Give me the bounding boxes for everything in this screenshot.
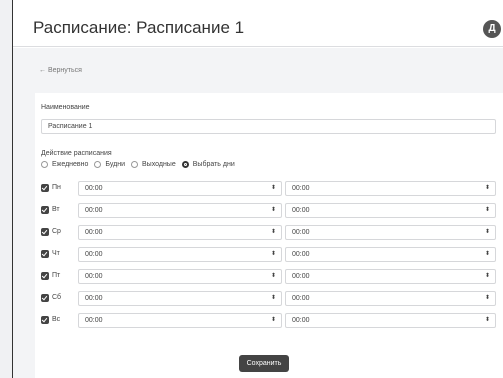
day-row-tue: Вт 00:00 ⬍ 00:00 ⬍ xyxy=(41,203,496,218)
back-link[interactable]: ← Вернуться xyxy=(39,67,82,74)
select-caret-icon: ⬍ xyxy=(270,317,276,323)
day-row-mon: Пн 00:00 ⬍ 00:00 ⬍ xyxy=(41,181,496,196)
day-checkbox-sun[interactable] xyxy=(41,316,49,324)
time-from-select-sat[interactable]: 00:00 ⬍ xyxy=(78,291,282,306)
name-field[interactable]: Расписание 1 xyxy=(41,119,496,134)
time-from-select-wed[interactable]: 00:00 ⬍ xyxy=(78,225,282,240)
select-caret-icon: ⬍ xyxy=(484,207,490,213)
app-window: Расписание: Расписание 1 Д ← Вернуться Н… xyxy=(12,0,503,378)
select-caret-icon: ⬍ xyxy=(270,295,276,301)
time-from-select-fri[interactable]: 00:00 ⬍ xyxy=(78,269,282,284)
radio-daily-label: Ежедневно xyxy=(52,161,89,168)
time-to-value-wed: 00:00 xyxy=(292,229,310,236)
radio-daily-dot xyxy=(41,161,48,168)
select-caret-icon: ⬍ xyxy=(484,185,490,191)
time-from-select-thu[interactable]: 00:00 ⬍ xyxy=(78,247,282,262)
radio-weekdays-label: Будни xyxy=(105,161,125,168)
time-to-value-tue: 00:00 xyxy=(292,207,310,214)
radio-select-days[interactable]: Выбрать дни xyxy=(181,161,235,168)
time-to-value-sat: 00:00 xyxy=(292,295,310,302)
day-row-fri: Пт 00:00 ⬍ 00:00 ⬍ xyxy=(41,269,496,284)
time-to-select-thu[interactable]: 00:00 ⬍ xyxy=(285,247,496,262)
time-to-value-sun: 00:00 xyxy=(292,317,310,324)
day-row-wed: Ср 00:00 ⬍ 00:00 ⬍ xyxy=(41,225,496,240)
day-checkbox-tue[interactable] xyxy=(41,206,49,214)
day-label-tue: Вт xyxy=(52,206,60,213)
action-label: Действие расписания xyxy=(41,150,112,157)
time-from-value-fri: 00:00 xyxy=(85,273,103,280)
radio-select-days-dot xyxy=(181,161,189,168)
time-from-select-sun[interactable]: 00:00 ⬍ xyxy=(78,313,282,328)
save-button[interactable]: Сохранить xyxy=(239,355,289,372)
time-from-value-sun: 00:00 xyxy=(85,317,103,324)
time-to-value-fri: 00:00 xyxy=(292,273,310,280)
select-caret-icon: ⬍ xyxy=(270,207,276,213)
time-from-value-tue: 00:00 xyxy=(85,207,103,214)
day-label-sun: Вс xyxy=(52,316,61,323)
select-caret-icon: ⬍ xyxy=(270,229,276,235)
name-label: Наименование xyxy=(41,104,90,111)
radio-weekends[interactable]: Выходные xyxy=(131,161,176,168)
schedule-form-card: Наименование Расписание 1 Действие распи… xyxy=(35,93,503,378)
day-row-sat: Сб 00:00 ⬍ 00:00 ⬍ xyxy=(41,291,496,306)
time-from-select-tue[interactable]: 00:00 ⬍ xyxy=(78,203,282,218)
select-caret-icon: ⬍ xyxy=(270,185,276,191)
radio-weekends-label: Выходные xyxy=(142,161,176,168)
select-caret-icon: ⬍ xyxy=(270,251,276,257)
select-caret-icon: ⬍ xyxy=(270,273,276,279)
time-to-select-sat[interactable]: 00:00 ⬍ xyxy=(285,291,496,306)
schedule-action-radio-group: Ежедневно Будни Выходные Выбрать дни xyxy=(41,160,241,169)
day-row-sun: Вс 00:00 ⬍ 00:00 ⬍ xyxy=(41,313,496,328)
day-checkbox-sat[interactable] xyxy=(41,294,49,302)
radio-weekends-dot xyxy=(131,161,138,168)
radio-weekdays-dot xyxy=(94,161,102,168)
time-from-value-wed: 00:00 xyxy=(85,229,103,236)
select-caret-icon: ⬍ xyxy=(484,229,490,235)
time-to-select-fri[interactable]: 00:00 ⬍ xyxy=(285,269,496,284)
day-label-mon: Пн xyxy=(52,184,61,191)
time-to-select-sun[interactable]: 00:00 ⬍ xyxy=(285,313,496,328)
time-to-value-mon: 00:00 xyxy=(292,185,310,192)
select-caret-icon: ⬍ xyxy=(484,251,490,257)
day-label-thu: Чт xyxy=(52,250,60,257)
time-to-select-mon[interactable]: 00:00 ⬍ xyxy=(285,181,496,196)
day-checkbox-fri[interactable] xyxy=(41,272,49,280)
select-caret-icon: ⬍ xyxy=(484,317,490,323)
select-caret-icon: ⬍ xyxy=(484,273,490,279)
time-from-value-thu: 00:00 xyxy=(85,251,103,258)
avatar[interactable]: Д xyxy=(483,20,501,38)
radio-daily[interactable]: Ежедневно xyxy=(41,161,88,168)
time-from-value-sat: 00:00 xyxy=(85,295,103,302)
page-header: Расписание: Расписание 1 Д xyxy=(13,0,503,47)
day-checkbox-wed[interactable] xyxy=(41,228,49,236)
time-to-select-wed[interactable]: 00:00 ⬍ xyxy=(285,225,496,240)
time-from-select-mon[interactable]: 00:00 ⬍ xyxy=(78,181,282,196)
page-title: Расписание: Расписание 1 xyxy=(33,18,245,37)
day-checkbox-thu[interactable] xyxy=(41,250,49,258)
day-label-sat: Сб xyxy=(52,294,62,301)
time-to-select-tue[interactable]: 00:00 ⬍ xyxy=(285,203,496,218)
day-row-thu: Чт 00:00 ⬍ 00:00 ⬍ xyxy=(41,247,496,262)
radio-weekdays[interactable]: Будни xyxy=(94,161,125,168)
day-label-fri: Пт xyxy=(52,272,61,279)
radio-select-days-label: Выбрать дни xyxy=(192,161,235,168)
select-caret-icon: ⬍ xyxy=(484,295,490,301)
day-checkbox-mon[interactable] xyxy=(41,184,49,192)
main-content: ← Вернуться Наименование Расписание 1 Де… xyxy=(13,48,503,378)
time-from-value-mon: 00:00 xyxy=(85,185,103,192)
time-to-value-thu: 00:00 xyxy=(292,251,310,258)
day-label-wed: Ср xyxy=(52,228,61,235)
